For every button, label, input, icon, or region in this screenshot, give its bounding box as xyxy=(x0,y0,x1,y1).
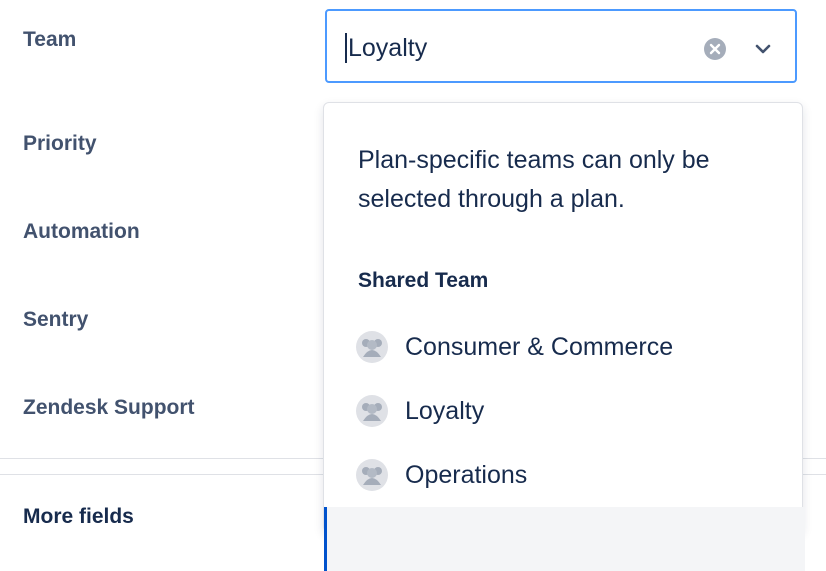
option-label: Consumer & Commerce xyxy=(405,333,674,361)
team-label: Team xyxy=(23,28,77,51)
automation-label: Automation xyxy=(23,220,140,243)
team-icon xyxy=(356,331,388,363)
team-icon xyxy=(356,459,388,491)
chevron-down-icon[interactable] xyxy=(751,37,775,61)
option-highlighted-partial[interactable] xyxy=(324,507,805,571)
option-consumer-commerce[interactable]: Consumer & Commerce xyxy=(324,315,802,379)
option-label: Loyalty xyxy=(405,397,485,425)
option-loyalty[interactable]: Loyalty xyxy=(324,379,802,443)
plan-specific-notice: Plan-specific teams can only be selected… xyxy=(358,146,710,213)
priority-label: Priority xyxy=(23,132,97,155)
shared-team-heading: Shared Team xyxy=(358,269,489,292)
sentry-label: Sentry xyxy=(23,308,89,331)
zendesk-support-label: Zendesk Support xyxy=(23,396,195,419)
team-icon xyxy=(356,395,388,427)
team-dropdown-menu: Plan-specific teams can only be selected… xyxy=(323,102,805,571)
more-fields-heading[interactable]: More fields xyxy=(23,505,134,529)
clear-icon[interactable] xyxy=(703,37,727,61)
team-select-input[interactable]: Loyalty xyxy=(345,33,427,63)
option-label: Operations xyxy=(405,461,528,489)
option-operations[interactable]: Operations xyxy=(324,443,802,507)
team-select[interactable]: Loyalty xyxy=(325,9,797,83)
